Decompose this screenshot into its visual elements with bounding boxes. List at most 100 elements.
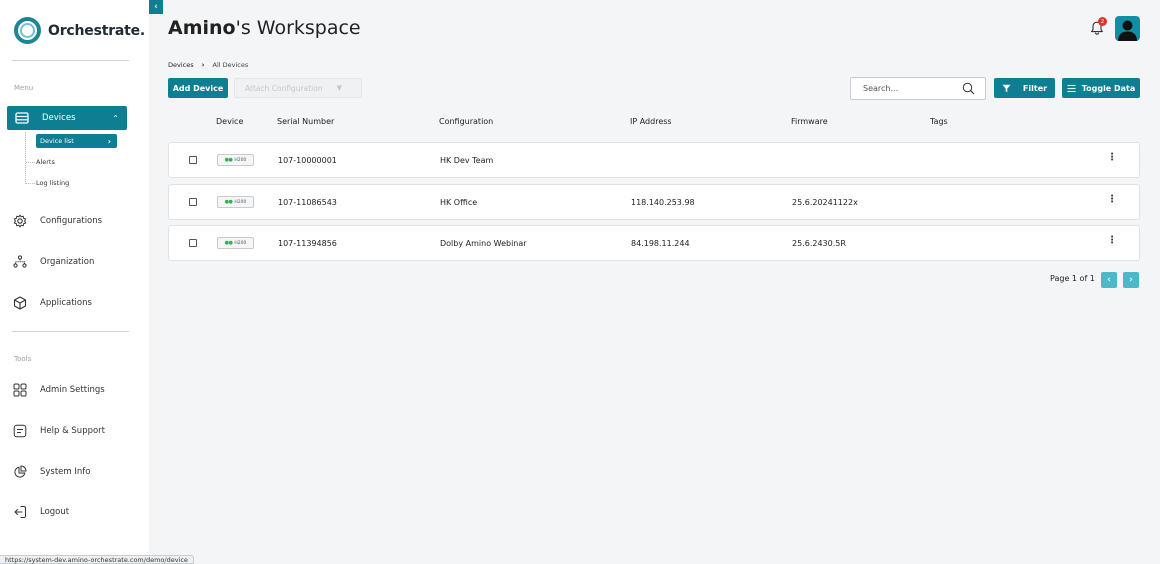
list-icon [1067,84,1076,92]
org-icon [12,254,28,270]
filter-icon [1002,84,1011,92]
attach-configuration-dropdown[interactable]: Attach Configuration ▼ [234,78,362,98]
table-row[interactable]: ●● H200 107-10000001 HK Dev Team ⋮ [168,142,1140,178]
breadcrumb-devices[interactable]: Devices [168,61,194,69]
orchestrate-logo-icon [14,17,41,44]
tree-branch [26,162,35,163]
row-checkbox[interactable] [189,239,197,247]
next-page-button[interactable]: › [1123,272,1139,288]
sidebar-item-devices[interactable]: Devices ⌃ [7,106,127,130]
status-dots-icon: ●● [224,199,233,205]
sidebar-subitem-log-listing[interactable]: Log listing [36,176,69,190]
configuration: HK Dev Team [440,156,494,165]
sidebar-item-applications[interactable]: Applications [12,291,142,315]
table-row[interactable]: ●● H200 107-11394856 Dolby Amino Webinar … [168,225,1140,261]
avatar[interactable] [1115,16,1140,41]
status-bar-url: https://system-dev.amino-orchestrate.com… [0,555,194,564]
sidebar-item-label: Help & Support [40,426,106,436]
search-input[interactable] [863,84,958,93]
toggle-data-button[interactable]: Toggle Data [1062,78,1140,98]
sidebar-item-admin-settings[interactable]: Admin Settings [12,378,142,402]
ip-address: 84.198.11.244 [631,239,690,248]
sidebar-item-label: Configurations [40,216,103,226]
column-header-serial[interactable]: Serial Number [277,117,334,126]
brand-logo[interactable]: Orchestrate. [14,17,145,44]
configuration: Dolby Amino Webinar [440,239,527,248]
search-box[interactable] [850,77,986,100]
sidebar-divider [12,60,129,61]
device-badge: ●● H200 [217,154,254,166]
sidebar-item-label: Logout [40,507,70,517]
sidebar-subitem-alerts[interactable]: Alerts [36,155,55,169]
sidebar-item-label: Admin Settings [40,385,105,395]
sidebar-item-organization[interactable]: Organization [12,250,142,274]
device-model: H200 [234,240,247,246]
sidebar-subitem-device-list[interactable]: Device list › [36,134,117,148]
logout-icon [12,504,28,520]
sidebar-divider [12,331,129,332]
pagination-label: Page 1 of 1 [1050,274,1095,283]
serial-number[interactable]: 107-11086543 [278,198,337,207]
sidebar-item-label: Applications [40,298,92,308]
user-avatar-icon [1118,20,1137,41]
devices-icon [14,110,30,126]
sidebar-item-configurations[interactable]: Configurations [12,209,142,233]
chevron-right-icon: › [107,136,111,146]
search-icon[interactable] [962,82,975,95]
chevron-up-icon: ⌃ [112,113,119,123]
firmware: 25.6.2430.5R [792,239,846,248]
pie-icon [12,464,28,480]
column-header-tags[interactable]: Tags [930,117,948,126]
filter-label: Filter [1022,83,1048,93]
caret-down-icon: ▼ [336,84,342,92]
status-dots-icon: ●● [224,240,233,246]
sidebar-item-label: Organization [40,257,95,267]
cube-icon [12,295,28,311]
ip-address: 118.140.253.98 [631,198,695,207]
more-options-icon[interactable]: ⋮ [1107,153,1117,163]
device-badge: ●● H200 [217,237,254,249]
previous-page-button[interactable]: ‹ [1101,272,1117,288]
help-icon [12,423,28,439]
chevron-left-icon: ‹ [1107,275,1111,285]
device-list-label: Device list [40,137,74,145]
row-checkbox[interactable] [189,156,197,164]
table-row[interactable]: ●● H200 107-11086543 HK Office 118.140.25… [168,184,1140,220]
sidebar: Orchestrate. Menu Devices ⌃ Device list … [0,0,149,564]
collapse-sidebar-button[interactable]: ‹ [149,0,163,14]
device-model: H200 [234,199,247,205]
sidebar-item-help-support[interactable]: Help & Support [12,419,142,443]
tree-branch [26,183,35,184]
column-header-ip[interactable]: IP Address [630,117,672,126]
toggle-data-label: Toggle Data [1081,83,1136,93]
firmware: 25.6.20241122x [792,198,858,207]
filter-button[interactable]: Filter [994,78,1055,98]
breadcrumb: Devices › All Devices [168,61,248,69]
notification-badge: 2 [1098,17,1107,26]
column-header-firmware[interactable]: Firmware [791,117,828,126]
configuration: HK Office [440,198,478,207]
grid-icon [12,382,28,398]
menu-section-label: Menu [14,84,34,92]
more-options-icon[interactable]: ⋮ [1107,236,1117,246]
sidebar-item-logout[interactable]: Logout [12,500,142,524]
chevron-right-icon: › [1129,275,1133,285]
workspace-owner: Amino [168,17,236,39]
more-options-icon[interactable]: ⋮ [1107,195,1117,205]
brand-name: Orchestrate. [48,22,146,39]
row-checkbox[interactable] [189,198,197,206]
column-header-configuration[interactable]: Configuration [439,117,493,126]
serial-number[interactable]: 107-11394856 [278,239,337,248]
serial-number[interactable]: 107-10000001 [278,156,337,165]
column-header-device[interactable]: Device [216,117,243,126]
page-title: Amino's Workspace [168,17,361,39]
workspace-suffix: 's Workspace [235,17,361,39]
tools-section-label: Tools [14,355,32,363]
status-dots-icon: ●● [224,157,233,163]
device-model: H200 [234,157,247,163]
add-device-button[interactable]: Add Device [168,78,228,98]
sidebar-item-label: System Info [40,467,91,477]
attach-configuration-label: Attach Configuration [245,83,323,93]
sidebar-item-system-info[interactable]: System Info [12,460,142,484]
sub-tree-line [25,132,27,184]
